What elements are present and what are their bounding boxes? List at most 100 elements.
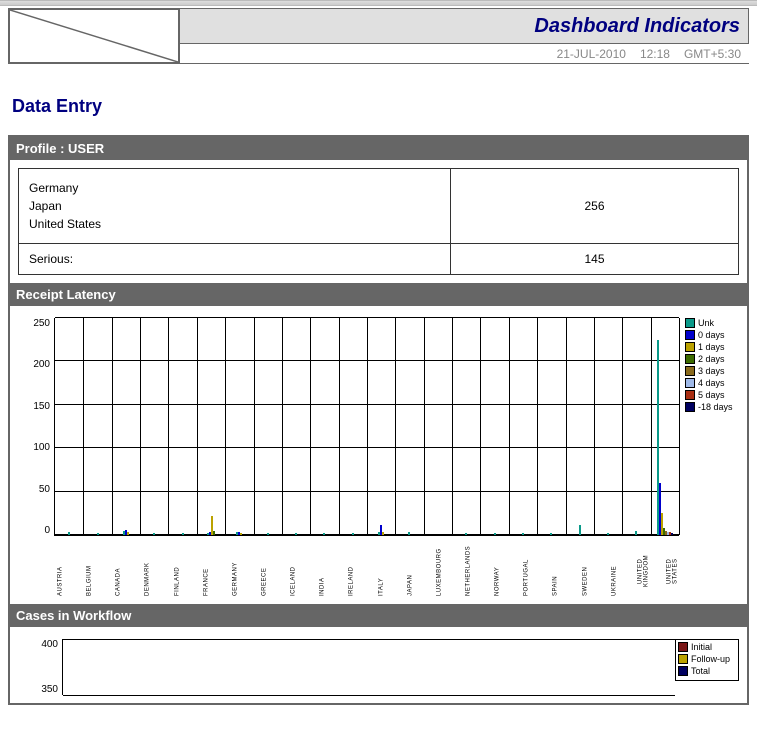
bar-group — [594, 318, 622, 535]
window-top-border — [0, 0, 757, 6]
legend-item: 2 days — [685, 354, 739, 364]
cases-workflow-chart: 400 350 Initial Follow-up Total — [10, 627, 747, 703]
legend-label: 3 days — [698, 366, 725, 376]
report-date: 21-JUL-2010 — [557, 47, 626, 61]
bar — [635, 531, 637, 535]
profile-header: Profile : USER — [10, 137, 747, 160]
x-tick: UNITED STATES — [658, 546, 687, 596]
bar-group — [168, 318, 196, 535]
x-tick: ICELAND — [279, 546, 308, 596]
legend-swatch — [685, 330, 695, 340]
y-tick: 400 — [41, 639, 58, 650]
report-time: 12:18 — [640, 47, 670, 61]
bar — [182, 533, 184, 535]
report-timestamp: 21-JUL-2010 12:18 GMT+5:30 — [180, 44, 749, 64]
y-tick: 50 — [39, 484, 50, 495]
legend-item: Initial — [678, 642, 736, 652]
bar-group — [537, 318, 565, 535]
bar — [240, 533, 242, 535]
logo-placeholder — [8, 8, 180, 64]
legend-swatch — [685, 378, 695, 388]
chart-legend: Unk 0 days 1 days 2 days 3 days 4 days 5 days -… — [679, 318, 739, 536]
country-item: Germany — [29, 181, 440, 195]
country-item: Japan — [29, 199, 440, 213]
bar-group — [310, 318, 338, 535]
legend-swatch — [685, 342, 695, 352]
bar — [382, 532, 384, 535]
legend-swatch — [685, 402, 695, 412]
x-tick: NETHERLANDS — [454, 546, 483, 596]
x-tick: BELGIUM — [75, 546, 104, 596]
legend-label: 4 days — [698, 378, 725, 388]
legend-swatch — [685, 366, 695, 376]
bar-group — [509, 318, 537, 535]
cases-workflow-header: Cases in Workflow — [10, 604, 747, 627]
legend-swatch — [685, 318, 695, 328]
y-tick: 150 — [33, 401, 50, 412]
bar-group — [424, 318, 452, 535]
legend-item: Total — [678, 666, 736, 676]
x-axis-labels: AUSTRIABELGIUMCANADADENMARKFINLANDFRANCE… — [46, 546, 687, 596]
bar — [267, 533, 269, 535]
legend-item: Follow-up — [678, 654, 736, 664]
bar — [153, 533, 155, 535]
serious-value-cell: 145 — [451, 244, 739, 275]
legend-label: 2 days — [698, 354, 725, 364]
legend-item: 1 days — [685, 342, 739, 352]
legend-item: 4 days — [685, 378, 739, 388]
report-tz: GMT+5:30 — [684, 47, 741, 61]
legend-swatch — [685, 354, 695, 364]
bar — [550, 533, 552, 535]
x-tick: CANADA — [104, 546, 133, 596]
bar-group — [480, 318, 508, 535]
x-tick: SPAIN — [541, 546, 570, 596]
bar — [579, 525, 581, 535]
section-title: Data Entry — [12, 96, 745, 117]
legend-swatch — [678, 654, 688, 664]
bar — [494, 533, 496, 535]
bar-group — [622, 318, 650, 535]
legend-item: Unk — [685, 318, 739, 328]
y-tick: 100 — [33, 442, 50, 453]
y-tick: 250 — [33, 318, 50, 329]
bar — [127, 532, 129, 535]
legend-label: -18 days — [698, 402, 733, 412]
bar-group — [254, 318, 282, 535]
receipt-latency-chart: 250200150100500 Unk0 days1 days2 days3 d… — [10, 306, 747, 544]
x-tick: SWEDEN — [571, 546, 600, 596]
legend-label: 1 days — [698, 342, 725, 352]
table-row: Serious: 145 — [19, 244, 739, 275]
x-tick: LUXEMBOURG — [425, 546, 454, 596]
bar-group — [339, 318, 367, 535]
receipt-latency-header: Receipt Latency — [10, 283, 747, 306]
title-block: Dashboard Indicators 21-JUL-2010 12:18 G… — [180, 8, 749, 64]
legend-item: 0 days — [685, 330, 739, 340]
bar — [68, 532, 70, 535]
bar — [295, 533, 297, 535]
x-tick: UNITED KINGDOM — [629, 546, 658, 596]
x-tick: FRANCE — [192, 546, 221, 596]
x-tick: GREECE — [250, 546, 279, 596]
legend-label: Initial — [691, 642, 712, 652]
report-header: Dashboard Indicators 21-JUL-2010 12:18 G… — [8, 8, 749, 64]
y-tick: 350 — [41, 684, 58, 695]
legend-item: 5 days — [685, 390, 739, 400]
bar — [323, 533, 325, 535]
legend-label: Follow-up — [691, 654, 730, 664]
legend-label: Total — [691, 666, 710, 676]
bar-group — [197, 318, 225, 535]
chart-plot-area — [62, 639, 675, 695]
bar-group — [112, 318, 140, 535]
x-tick: AUSTRIA — [46, 546, 75, 596]
bar — [408, 532, 410, 535]
profile-panel: Profile : USER Germany Japan United Stat… — [8, 135, 749, 705]
bar-group — [651, 318, 679, 535]
bar — [352, 533, 354, 535]
y-axis-ticks: 400 350 — [18, 639, 62, 695]
table-row: Germany Japan United States 256 — [19, 169, 739, 244]
bar-group — [83, 318, 111, 535]
y-axis-ticks: 250200150100500 — [18, 318, 54, 536]
legend-label: 0 days — [698, 330, 725, 340]
y-tick: 0 — [44, 525, 50, 536]
chart-plot-area — [54, 318, 679, 536]
